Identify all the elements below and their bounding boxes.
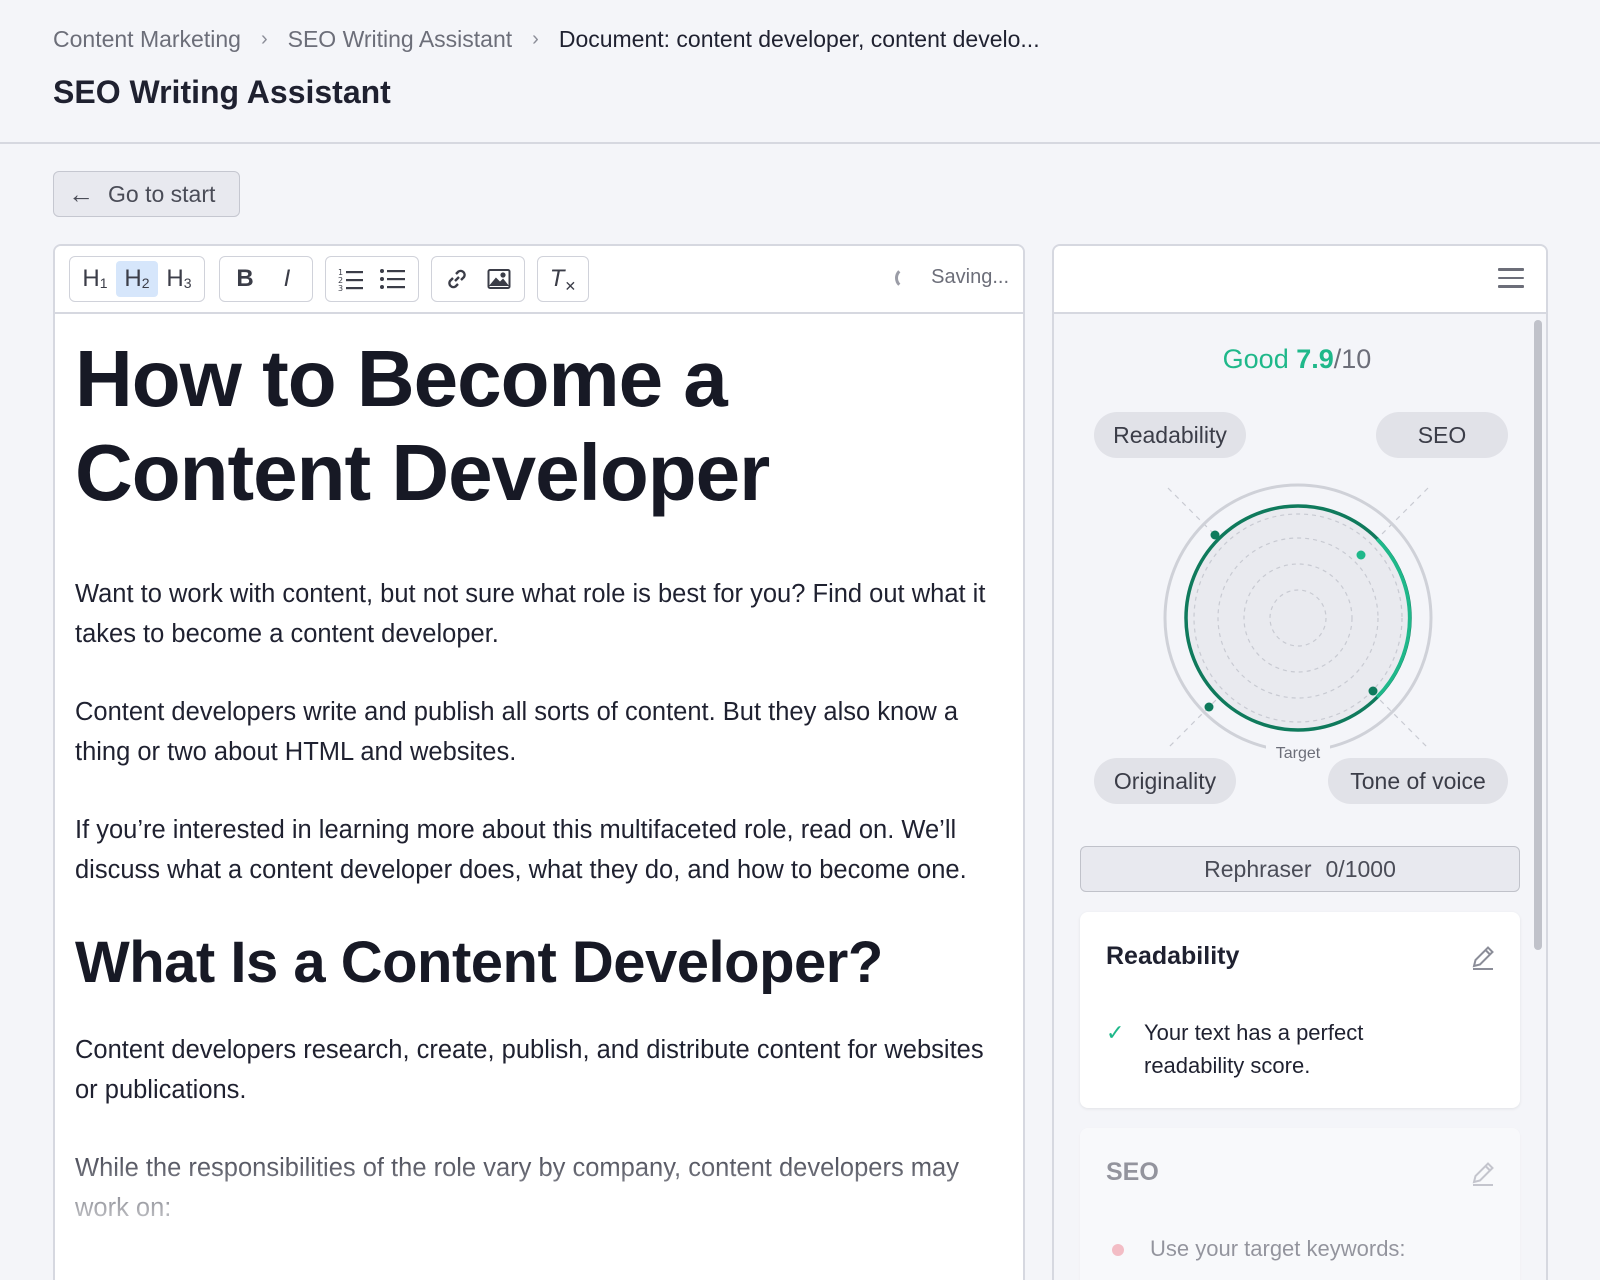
list-group: 123: [325, 256, 419, 302]
heading-2-button[interactable]: H2: [116, 261, 158, 297]
heading-2-level: 2: [141, 275, 150, 291]
seo-point: [1356, 550, 1366, 560]
breadcrumb-item-content-marketing[interactable]: Content Marketing: [53, 26, 241, 53]
pencil-icon[interactable]: [1468, 1158, 1498, 1188]
warning-dot-icon: [1112, 1244, 1124, 1256]
readability-pill[interactable]: Readability: [1094, 412, 1246, 458]
paragraph: Content developers write and publish all…: [75, 698, 959, 766]
image-icon: [487, 269, 511, 289]
section-heading: What Is a Content Developer?: [75, 930, 883, 995]
go-to-start-button[interactable]: ← Go to start: [53, 171, 240, 217]
insert-group: [431, 256, 525, 302]
heading-3-button[interactable]: H3: [158, 261, 200, 297]
link-button[interactable]: [436, 261, 478, 297]
breadcrumb-current: Document: content developer, content dev…: [558, 26, 1040, 52]
paragraph: If you’re interested in learning more ab…: [75, 816, 967, 884]
readability-card[interactable]: Readability ✓ Your text has a perfect re…: [1080, 912, 1520, 1108]
target-label: Target: [1276, 745, 1321, 762]
pencil-icon[interactable]: [1468, 942, 1498, 972]
italic-button[interactable]: I: [266, 261, 308, 297]
heading-1-level: 1: [99, 275, 108, 291]
readability-point: [1210, 530, 1220, 540]
score-label: Good: [1222, 344, 1289, 374]
originality-point: [1204, 702, 1214, 712]
seo-pill[interactable]: SEO: [1376, 412, 1508, 458]
rephraser-label: Rephraser: [1204, 855, 1312, 882]
format-group: B I: [219, 256, 313, 302]
score-radar-chart: Target: [1163, 483, 1433, 763]
readability-item-text: Your text has a perfect readability scor…: [1144, 1020, 1364, 1078]
heading-1-letter: H: [82, 265, 100, 292]
clear-group: T ✕: [537, 256, 589, 302]
image-button[interactable]: [478, 261, 520, 297]
heading-3-letter: H: [166, 265, 184, 292]
rephraser-button[interactable]: Rephraser 0/1000: [1080, 846, 1520, 892]
svg-text:3: 3: [338, 284, 343, 291]
heading-3-level: 3: [183, 275, 192, 291]
heading-1-button[interactable]: H1: [74, 261, 116, 297]
paragraph: Content developers research, create, pub…: [75, 1036, 984, 1104]
page-title: SEO Writing Assistant: [53, 74, 391, 110]
card-title: SEO: [1106, 1158, 1159, 1186]
ordered-list-icon: 123: [338, 268, 363, 291]
hamburger-menu-icon[interactable]: [1498, 268, 1524, 290]
chevron-right-icon: ›: [260, 28, 268, 50]
saving-text: Saving...: [931, 266, 1009, 288]
heading-2-letter: H: [124, 265, 142, 292]
editor: H1 H2 H3 B I 123 T ✕ Saving... How to Be…: [53, 244, 1025, 1280]
panel-top-bar: [1054, 246, 1546, 314]
go-to-start-label: Go to start: [108, 180, 216, 207]
document-content[interactable]: How to Become a Content Developer Want t…: [75, 326, 1005, 1228]
score-value: 7.9: [1296, 344, 1334, 374]
seo-item-text: Use your target keywords:: [1150, 1236, 1406, 1261]
seo-item: Use your target keywords:: [1106, 1232, 1496, 1265]
editor-toolbar: H1 H2 H3 B I 123 T ✕ Saving...: [55, 246, 1023, 314]
saving-status: Saving...: [895, 266, 1009, 289]
card-title: Readability: [1106, 942, 1240, 970]
bullet-list-icon: [380, 269, 405, 289]
bullet-list-button[interactable]: [372, 261, 414, 297]
heading-group: H1 H2 H3: [69, 256, 205, 302]
paragraph: Want to work with content, but not sure …: [75, 580, 986, 648]
score-max: /10: [1333, 344, 1372, 374]
breadcrumb: Content Marketing › SEO Writing Assistan…: [53, 26, 1040, 53]
clear-format-letter: T: [549, 265, 565, 292]
assistant-panel: Good 7.9/10 Readability SEO Originality …: [1052, 244, 1548, 1280]
ordered-list-button[interactable]: 123: [330, 261, 372, 297]
clear-format-button[interactable]: T ✕: [542, 261, 584, 297]
tone-point: [1368, 686, 1378, 696]
chevron-right-icon: ›: [532, 28, 539, 50]
rephraser-count: 0/1000: [1325, 855, 1396, 882]
overall-score: Good 7.9/10: [1054, 344, 1540, 375]
breadcrumb-item-seo-writing-assistant[interactable]: SEO Writing Assistant: [288, 26, 513, 53]
document-title: How to Become a Content Developer: [75, 334, 770, 517]
paragraph: While the responsibilities of the role v…: [75, 1154, 959, 1222]
bold-button[interactable]: B: [224, 261, 266, 297]
readability-item: ✓ Your text has a perfect readability sc…: [1106, 1016, 1496, 1082]
panel-scrollbar[interactable]: [1534, 320, 1542, 950]
seo-card[interactable]: SEO Use your target keywords:: [1080, 1128, 1520, 1280]
spinner-icon: [895, 266, 917, 289]
clear-format-icon: ✕: [564, 277, 577, 294]
header: Content Marketing › SEO Writing Assistan…: [0, 0, 1600, 144]
arrow-left-icon: ←: [68, 178, 94, 209]
link-icon: [448, 269, 466, 289]
checkmark-icon: ✓: [1106, 1020, 1125, 1045]
